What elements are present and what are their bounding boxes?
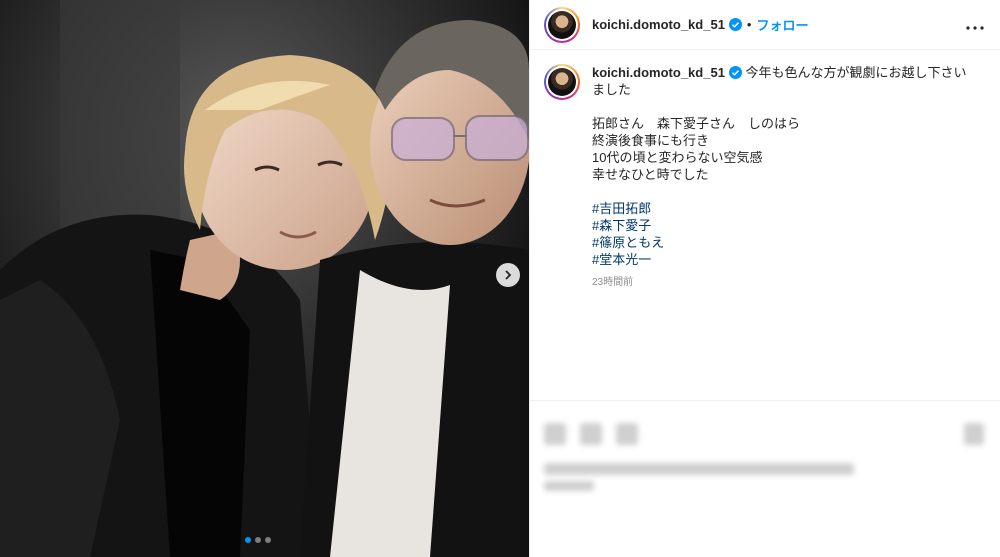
post-header: koichi.domoto_kd_51 • フォロー xyxy=(530,0,1000,50)
header-username[interactable]: koichi.domoto_kd_51 xyxy=(592,17,725,32)
verified-badge-icon xyxy=(728,18,742,31)
instagram-post-view: koichi.domoto_kd_51 • フォロー koichi.domoto… xyxy=(0,0,1000,557)
carousel-dot xyxy=(245,537,251,543)
carousel-dot xyxy=(265,537,271,543)
blurred-icon xyxy=(544,423,566,445)
verified-badge-icon xyxy=(728,66,742,79)
chevron-right-icon xyxy=(505,270,512,280)
caption-line: 10代の頃と変わらない空気感 xyxy=(592,150,763,165)
avatar[interactable] xyxy=(544,6,580,43)
post-timestamp: 23時間前 xyxy=(592,277,634,288)
blurred-icon xyxy=(580,423,602,445)
caption-line: 拓郎さん 森下愛子さん しのはら xyxy=(592,116,801,131)
post-side-panel: koichi.domoto_kd_51 • フォロー koichi.domoto… xyxy=(529,0,1000,557)
blurred-text xyxy=(544,481,594,491)
blurred-icon xyxy=(616,423,638,445)
carousel-indicator xyxy=(245,537,271,543)
caption-lines: 拓郎さん 森下愛子さん しのはら 終演後食事にも行き 10代の頃と変わらない空気… xyxy=(592,115,972,183)
blurred-icon xyxy=(964,423,984,445)
caption-line: 幸せなひと時でした xyxy=(592,167,709,182)
more-options-icon[interactable] xyxy=(966,17,984,35)
caption-body: koichi.domoto_kd_51 今年も色んな方が観劇にお越し下さいました… xyxy=(592,64,972,291)
avatar-image xyxy=(548,10,576,39)
blurred-text xyxy=(544,463,854,475)
follow-button[interactable]: フォロー xyxy=(756,15,808,34)
caption-line: 終演後食事にも行き xyxy=(592,133,710,148)
hashtag-link[interactable]: #森下愛子 xyxy=(592,217,972,234)
caption-avatar[interactable] xyxy=(544,64,580,100)
hashtag-link[interactable]: #吉田拓郎 xyxy=(592,200,972,217)
hashtag-link[interactable]: #堂本光一 xyxy=(592,251,972,268)
blurred-actions-area xyxy=(530,400,1000,557)
hashtag-link[interactable]: #篠原ともえ xyxy=(592,234,972,251)
photo-scene xyxy=(0,0,529,557)
header-separator: • xyxy=(746,17,752,32)
next-photo-button[interactable] xyxy=(496,263,520,287)
post-photo[interactable] xyxy=(0,0,529,557)
caption-username[interactable]: koichi.domoto_kd_51 xyxy=(592,65,725,80)
avatar-image xyxy=(548,68,576,96)
hashtag-list: #吉田拓郎 #森下愛子 #篠原ともえ #堂本光一 xyxy=(592,200,972,268)
post-caption: koichi.domoto_kd_51 今年も色んな方が観劇にお越し下さいました… xyxy=(530,50,1000,291)
carousel-dot xyxy=(255,537,261,543)
